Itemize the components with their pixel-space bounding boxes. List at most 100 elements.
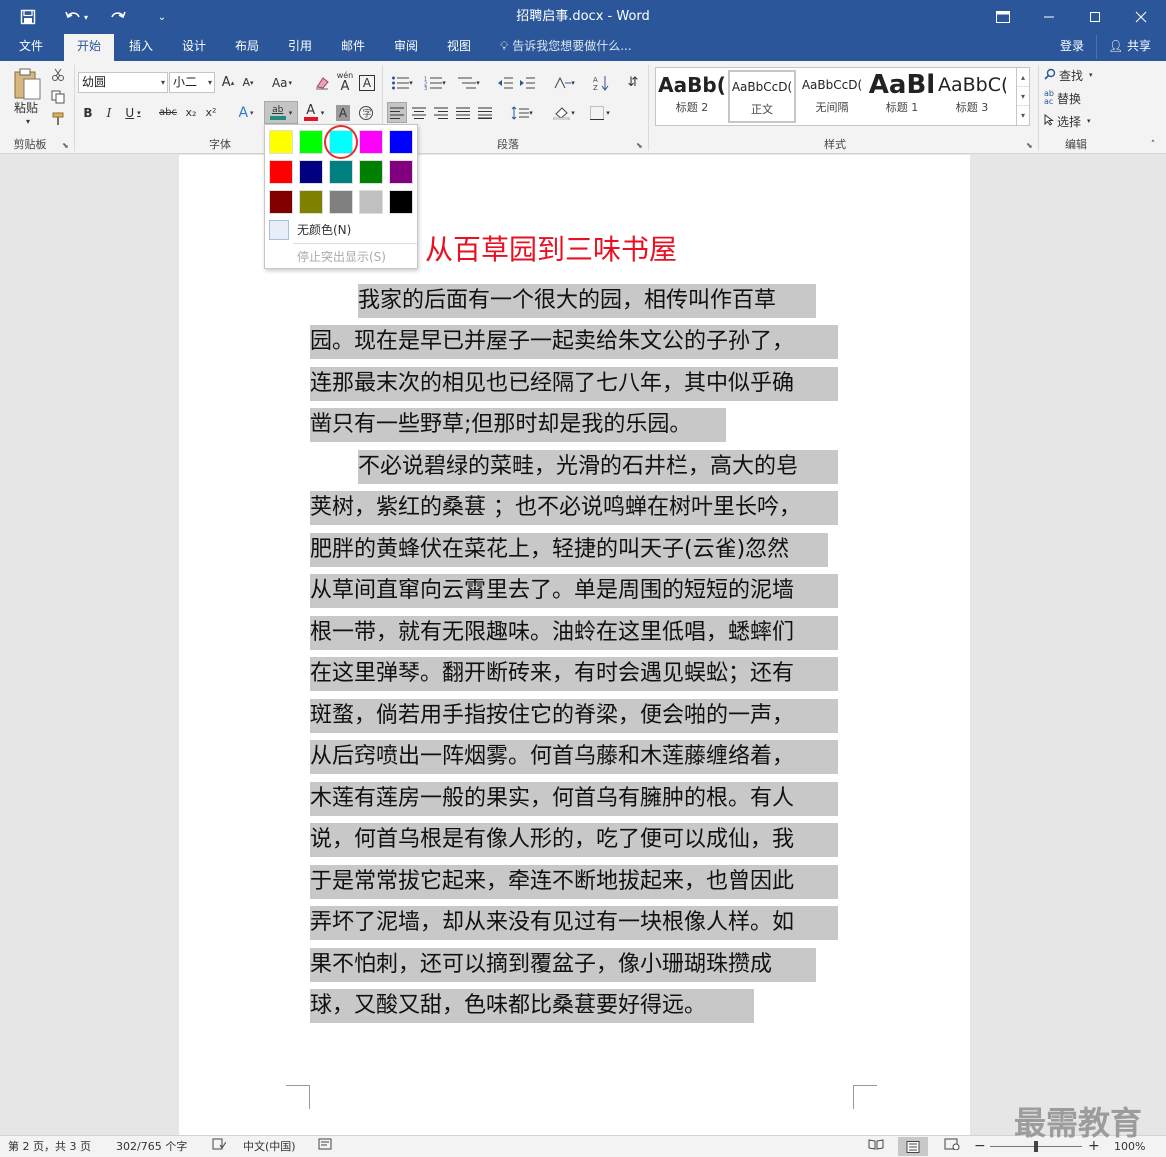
style-normal[interactable]: AaBbCcD( 正文 [728, 70, 796, 123]
highlight-swatch[interactable] [299, 130, 323, 154]
font-size-combo[interactable]: 小二 ▾ [169, 72, 215, 93]
ribbon-display-icon[interactable] [980, 0, 1026, 34]
tab-home[interactable]: 开始 [64, 34, 114, 61]
more-styles-icon[interactable]: ▾ [1017, 106, 1029, 125]
strikethrough-button[interactable]: abc [156, 102, 180, 123]
paragraph-line[interactable]: 肥胖的黄蜂伏在菜花上，轻捷的叫天子(云雀)忽然 [310, 533, 828, 567]
justify-button[interactable] [453, 102, 473, 123]
phonetic-guide-icon[interactable]: wén A [334, 70, 356, 94]
save-icon[interactable] [14, 0, 42, 34]
highlight-swatch[interactable] [299, 190, 323, 214]
change-case-icon[interactable]: Aa ▾ [267, 72, 297, 93]
find-button[interactable]: 查找 ▾ [1044, 65, 1110, 85]
paragraph-line[interactable]: 连那最末次的相见也已经隔了七八年，其中似乎确 [310, 367, 838, 401]
replace-button[interactable]: ab ac 替换 [1044, 88, 1110, 108]
increase-indent-icon[interactable] [517, 72, 537, 93]
highlight-swatch[interactable] [389, 190, 413, 214]
scroll-down-icon[interactable]: ▾ [1017, 87, 1029, 106]
macro-icon[interactable] [318, 1136, 332, 1157]
paste-button-label[interactable]: 粘贴 [6, 99, 46, 115]
enclose-char-icon[interactable]: 字 [356, 102, 376, 123]
align-left-button[interactable] [387, 102, 407, 123]
highlight-swatch[interactable] [359, 130, 383, 154]
select-button[interactable]: 选择 ▾ [1044, 111, 1110, 131]
paragraph-line[interactable]: 凿只有一些野草;但那时却是我的乐园。 [310, 408, 726, 442]
char-shading-icon[interactable]: A [334, 102, 352, 123]
copy-icon[interactable] [48, 87, 68, 107]
clear-formatting-icon[interactable] [312, 72, 332, 93]
language[interactable]: 中文(中国) [243, 1136, 296, 1157]
sort-icon[interactable]: AZ [591, 72, 611, 93]
tab-design[interactable]: 设计 [171, 34, 217, 61]
italic-button[interactable]: I [100, 102, 118, 123]
align-center-button[interactable] [409, 102, 429, 123]
text-highlight-button[interactable]: ab ▾ [264, 101, 298, 124]
align-right-button[interactable] [431, 102, 451, 123]
paragraph-line[interactable]: 球，又酸又甜，色味都比桑葚要好得远。 [310, 989, 754, 1023]
borders-icon[interactable]: ▾ [584, 102, 616, 123]
style-heading1[interactable]: AaBl 标题 1 [868, 70, 936, 123]
tab-layout[interactable]: 布局 [224, 34, 270, 61]
paragraph-line[interactable]: 果不怕刺，还可以摘到覆盆子，像小珊瑚珠攒成 [310, 948, 816, 982]
paragraph-line[interactable]: 从草间直窜向云霄里去了。单是周围的短短的泥墙 [310, 574, 838, 608]
tab-references[interactable]: 引用 [277, 34, 323, 61]
word-count[interactable]: 302/765 个字 [116, 1136, 187, 1157]
highlight-swatch[interactable] [359, 190, 383, 214]
tab-file[interactable]: 文件 [8, 34, 54, 61]
char-border-icon[interactable]: A [357, 72, 377, 93]
bold-button[interactable]: B [79, 102, 97, 123]
stop-highlighting-option[interactable]: 停止突出显示(S) [297, 248, 386, 265]
login-link[interactable]: 登录 [1060, 34, 1084, 61]
highlight-swatch[interactable] [269, 190, 293, 214]
paragraph-line[interactable]: 园。现在是早已并屋子一起卖给朱文公的子孙了， [310, 325, 838, 359]
paragraph-line[interactable]: 在这里弹琴。翻开断砖来，有时会遇见蜈蚣；还有 [310, 657, 838, 691]
print-layout-icon[interactable] [898, 1137, 928, 1156]
tab-mailings[interactable]: 邮件 [330, 34, 376, 61]
web-layout-icon[interactable] [944, 1136, 960, 1157]
shrink-font-icon[interactable]: A ▾ [239, 72, 257, 93]
text-effects-icon[interactable]: A ▾ [232, 102, 260, 123]
highlight-swatch[interactable] [269, 160, 293, 184]
document-heading[interactable]: 从百草园到三味书屋 [425, 228, 677, 268]
style-no-spacing[interactable]: AaBbCcD( 无间隔 [798, 70, 866, 123]
paragraph-line[interactable]: 木莲有莲房一般的果实，何首乌有臃肿的根。有人 [310, 782, 838, 816]
line-spacing-icon[interactable]: ▾ [506, 102, 538, 123]
paragraph-line[interactable]: 从后窍喷出一阵烟雾。何首乌藤和木莲藤缠络着， [310, 740, 838, 774]
subscript-button[interactable]: x₂ [182, 102, 200, 123]
redo-icon[interactable] [104, 0, 132, 34]
no-color-option[interactable]: 无颜色(N) [297, 221, 351, 238]
close-icon[interactable] [1118, 0, 1164, 34]
clipboard-launcher-icon[interactable]: ⬊ [62, 141, 69, 150]
superscript-button[interactable]: x² [202, 102, 220, 123]
style-heading2[interactable]: AaBb( 标题 2 [658, 70, 726, 123]
minimize-icon[interactable] [1026, 0, 1072, 34]
cut-icon[interactable] [48, 65, 68, 85]
highlight-swatch[interactable] [329, 160, 353, 184]
paragraph-line[interactable]: 于是常常拔它起来，牵连不断地拔起来，也曾因此 [310, 865, 838, 899]
proofing-icon[interactable] [212, 1136, 227, 1157]
distributed-button[interactable] [475, 102, 495, 123]
paragraph-line[interactable]: 根一带，就有无限趣味。油蛉在这里低唱，蟋蟀们 [310, 616, 838, 650]
scroll-up-icon[interactable]: ▴ [1017, 68, 1029, 87]
share-button[interactable]: 👤︎ 共享 [1096, 35, 1162, 59]
multilevel-list-icon[interactable]: ▾ [453, 72, 485, 93]
paste-dropdown-icon[interactable]: ▾ [8, 116, 48, 126]
paragraph-line[interactable]: 弄坏了泥墙，却从来没有见过有一块根像人样。如 [310, 906, 838, 940]
highlight-swatch[interactable] [299, 160, 323, 184]
highlight-swatch[interactable] [329, 190, 353, 214]
shading-icon[interactable]: ▾ [548, 102, 580, 123]
bullets-icon[interactable]: ▾ [387, 72, 417, 93]
zoom-out-icon[interactable]: − [974, 1136, 986, 1157]
page-count[interactable]: 第 2 页，共 3 页 [8, 1136, 91, 1157]
style-heading3[interactable]: AaBbC( 标题 3 [938, 70, 1006, 123]
no-color-icon[interactable] [269, 220, 289, 240]
paragraph-line[interactable]: 我家的后面有一个很大的园，相传叫作百草 [358, 284, 816, 318]
highlight-swatch[interactable] [359, 160, 383, 184]
paragraph-launcher-icon[interactable]: ⬊ [636, 141, 643, 150]
tab-view[interactable]: 视图 [436, 34, 482, 61]
customize-qat-icon[interactable]: ⌄ [152, 0, 172, 34]
decrease-indent-icon[interactable] [495, 72, 515, 93]
font-name-combo[interactable]: 幼圆 ▾ [78, 72, 168, 93]
tab-insert[interactable]: 插入 [118, 34, 164, 61]
show-marks-icon[interactable]: ⇵ [623, 72, 643, 93]
